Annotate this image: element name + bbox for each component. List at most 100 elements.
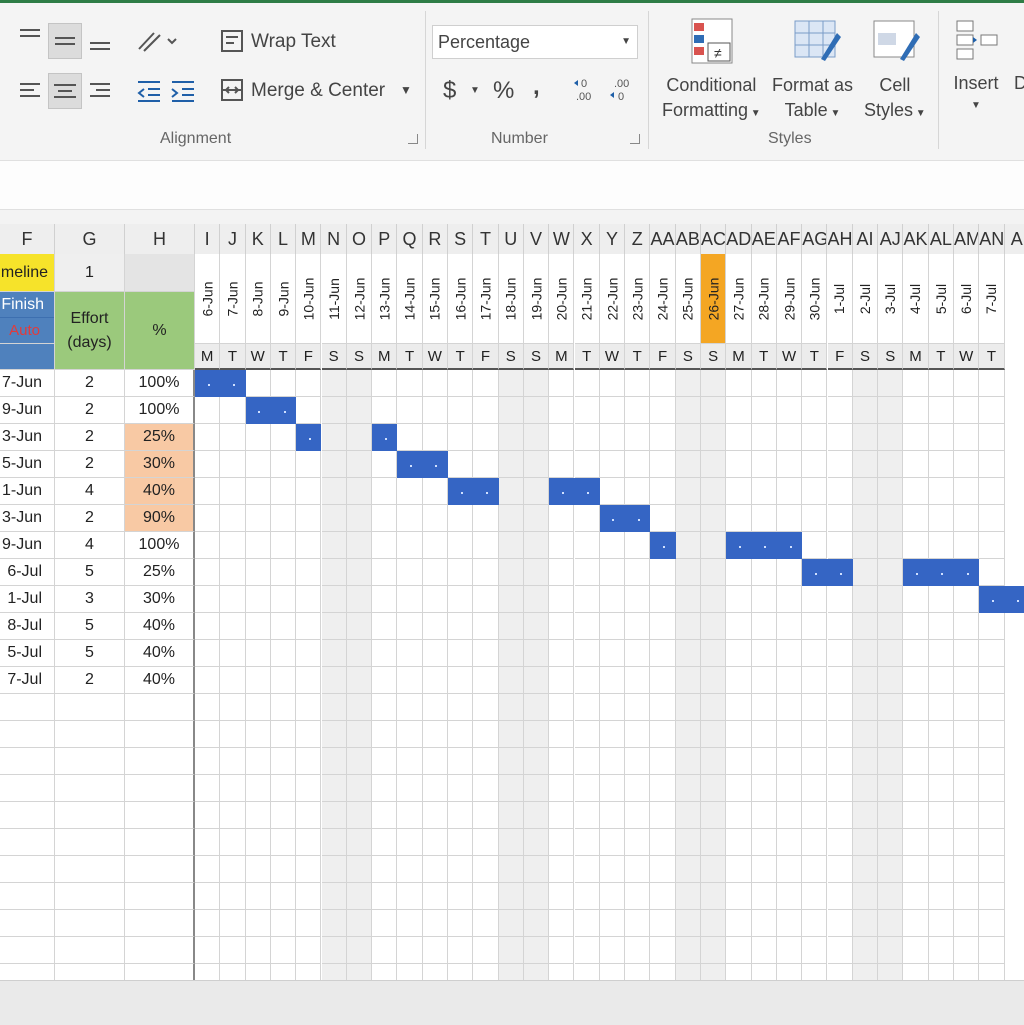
gantt-cell[interactable] xyxy=(625,397,651,424)
gantt-cell[interactable] xyxy=(776,559,803,586)
gantt-cell[interactable] xyxy=(625,532,651,559)
gantt-cell[interactable] xyxy=(625,478,651,505)
gantt-cell[interactable] xyxy=(523,478,550,505)
gantt-cell[interactable] xyxy=(498,829,524,856)
gantt-cell[interactable] xyxy=(346,505,373,532)
gantt-cell[interactable] xyxy=(979,640,1005,667)
gantt-cell[interactable] xyxy=(802,964,828,980)
gantt-cell[interactable] xyxy=(523,856,550,883)
column-header[interactable]: S xyxy=(448,224,474,254)
gantt-cell[interactable] xyxy=(827,667,853,694)
gantt-bar[interactable] xyxy=(802,559,853,586)
gantt-cell[interactable] xyxy=(498,478,524,505)
gantt-cell[interactable] xyxy=(498,640,524,667)
gantt-cell[interactable] xyxy=(752,964,777,980)
gantt-cell[interactable] xyxy=(321,532,347,559)
gantt-cell[interactable] xyxy=(701,532,727,559)
gantt-cell[interactable] xyxy=(979,397,1005,424)
gantt-cell[interactable] xyxy=(473,775,499,802)
gantt-cell[interactable] xyxy=(903,397,929,424)
gantt-cell[interactable] xyxy=(549,829,575,856)
column-header[interactable]: AD xyxy=(726,224,752,254)
gantt-cell[interactable] xyxy=(347,964,373,980)
gantt-cell[interactable] xyxy=(498,883,524,910)
gantt-cell[interactable] xyxy=(903,694,929,721)
gantt-cell[interactable] xyxy=(448,397,474,424)
gantt-cell[interactable] xyxy=(372,802,398,829)
gantt-cell[interactable] xyxy=(549,505,575,532)
cell[interactable] xyxy=(125,254,195,292)
gantt-cell[interactable] xyxy=(574,586,600,613)
gantt-cell[interactable] xyxy=(650,910,676,937)
gantt-cell[interactable] xyxy=(448,694,474,721)
gantt-cell[interactable] xyxy=(270,856,297,883)
gantt-cell[interactable] xyxy=(852,856,879,883)
gantt-cell[interactable] xyxy=(549,748,575,775)
gantt-cell[interactable] xyxy=(600,964,626,980)
gantt-cell[interactable] xyxy=(523,586,550,613)
finish-date[interactable]: 1-Jul xyxy=(0,586,55,613)
gantt-cell[interactable] xyxy=(802,640,828,667)
percent-complete[interactable] xyxy=(125,694,195,721)
gantt-cell[interactable] xyxy=(726,937,752,964)
gantt-cell[interactable] xyxy=(675,802,701,829)
gantt-cell[interactable] xyxy=(473,856,499,883)
gantt-cell[interactable] xyxy=(195,478,221,505)
gantt-cell[interactable] xyxy=(321,748,347,775)
gantt-cell[interactable] xyxy=(397,748,423,775)
effort-days[interactable]: 4 xyxy=(55,478,125,505)
gantt-cell[interactable] xyxy=(726,775,752,802)
gantt-bar[interactable] xyxy=(549,478,600,505)
gantt-cell[interactable] xyxy=(852,370,879,397)
gantt-cell[interactable] xyxy=(271,964,297,980)
gantt-cell[interactable] xyxy=(751,721,777,748)
gantt-cell[interactable] xyxy=(726,397,752,424)
gantt-cell[interactable] xyxy=(574,397,600,424)
gantt-cell[interactable] xyxy=(827,397,853,424)
gantt-cell[interactable] xyxy=(270,883,297,910)
gantt-cell[interactable] xyxy=(523,424,550,451)
finish-date[interactable] xyxy=(0,775,55,802)
effort-days[interactable]: 2 xyxy=(55,667,125,694)
gantt-cell[interactable] xyxy=(852,613,879,640)
gantt-cell[interactable] xyxy=(599,721,626,748)
gantt-cell[interactable] xyxy=(372,829,398,856)
gantt-cell[interactable] xyxy=(574,802,600,829)
gantt-cell[interactable] xyxy=(321,559,347,586)
gantt-cell[interactable] xyxy=(523,505,550,532)
gantt-cell[interactable] xyxy=(448,964,474,980)
gantt-cell[interactable] xyxy=(675,586,701,613)
align-middle-icon[interactable] xyxy=(48,23,82,59)
gantt-cell[interactable] xyxy=(954,451,980,478)
gantt-cell[interactable] xyxy=(852,748,879,775)
increase-decimal-icon[interactable]: 0.00 xyxy=(572,75,602,105)
gantt-cell[interactable] xyxy=(448,667,474,694)
gantt-cell[interactable] xyxy=(979,910,1005,937)
gantt-cell[interactable] xyxy=(220,586,246,613)
gantt-bar[interactable] xyxy=(903,559,980,586)
finish-date[interactable]: 3-Jun xyxy=(0,424,55,451)
gantt-cell[interactable] xyxy=(675,424,701,451)
gantt-cell[interactable] xyxy=(650,370,676,397)
gantt-cell[interactable] xyxy=(878,721,904,748)
gantt-cell[interactable] xyxy=(979,748,1005,775)
gantt-cell[interactable] xyxy=(270,802,297,829)
gantt-cell[interactable] xyxy=(599,910,626,937)
gantt-cell[interactable] xyxy=(726,370,752,397)
column-header[interactable]: A xyxy=(1005,224,1024,254)
gantt-cell[interactable] xyxy=(954,370,980,397)
gantt-cell[interactable] xyxy=(195,424,221,451)
gantt-cell[interactable] xyxy=(903,856,929,883)
column-header[interactable]: H xyxy=(125,224,195,254)
gantt-bar[interactable] xyxy=(448,478,499,505)
gantt-cell[interactable] xyxy=(473,424,499,451)
gantt-cell[interactable] xyxy=(751,694,777,721)
gantt-cell[interactable] xyxy=(220,910,246,937)
gantt-cell[interactable] xyxy=(878,829,904,856)
gantt-cell[interactable] xyxy=(903,586,929,613)
gantt-cell[interactable] xyxy=(852,397,879,424)
gantt-cell[interactable] xyxy=(296,667,322,694)
gantt-cell[interactable] xyxy=(852,505,879,532)
gantt-bar[interactable] xyxy=(397,451,448,478)
gantt-cell[interactable] xyxy=(549,937,575,964)
